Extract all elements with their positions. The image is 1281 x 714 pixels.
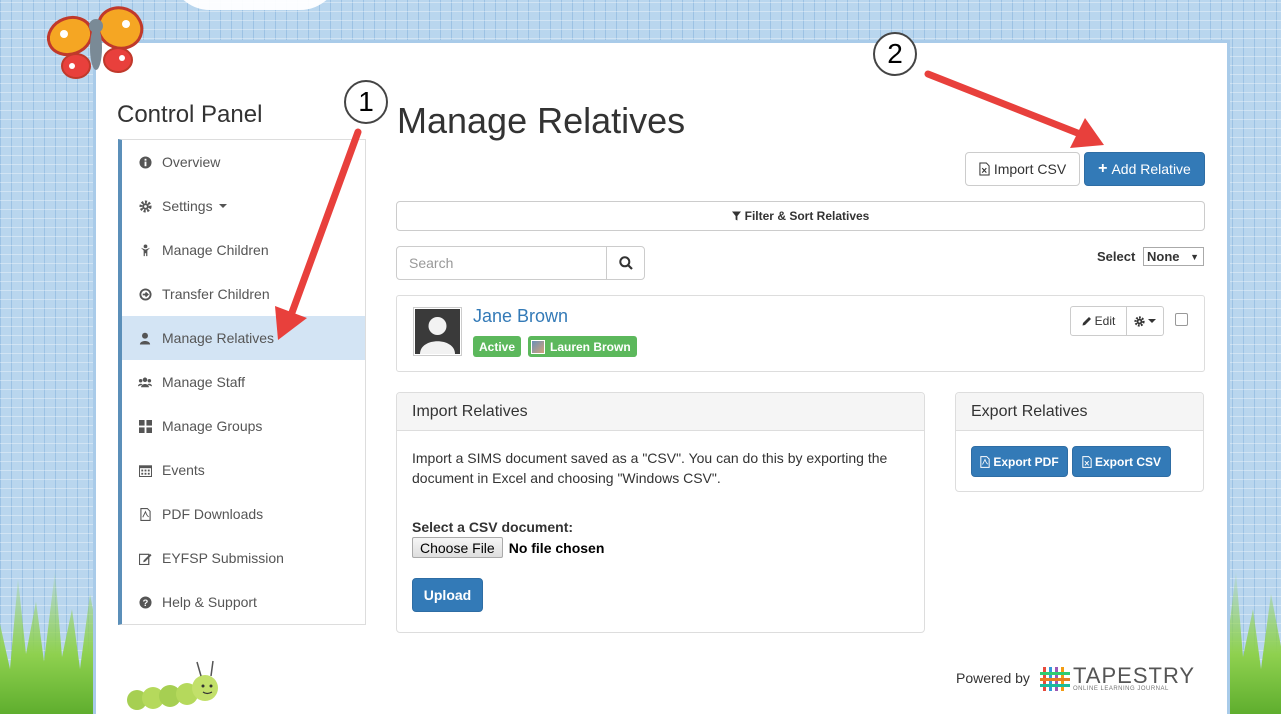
sidebar-item-label: Manage Staff — [162, 374, 246, 390]
sidebar-item-transfer-children[interactable]: Transfer Children — [122, 272, 365, 316]
relative-name-link[interactable]: Jane Brown — [473, 306, 568, 327]
add-relative-button[interactable]: + Add Relative — [1084, 152, 1205, 186]
export-pdf-label: Export PDF — [993, 454, 1059, 469]
calendar-icon — [138, 463, 152, 477]
options-dropdown-button[interactable] — [1127, 306, 1164, 336]
cloud-decoration — [170, 0, 340, 10]
sidebar-item-eyfsp-submission[interactable]: EYFSP Submission — [122, 536, 365, 580]
tapestry-sub: ONLINE LEARNING JOURNAL — [1073, 686, 1169, 692]
filter-icon — [731, 211, 741, 221]
sidebar-item-help-support[interactable]: ? Help & Support — [122, 580, 365, 624]
sidebar-item-manage-staff[interactable]: Manage Staff — [122, 360, 365, 404]
select-value: None — [1147, 249, 1180, 264]
tapestry-logo[interactable]: TAPESTRY ONLINE LEARNING JOURNAL — [1040, 663, 1196, 692]
sidebar-item-label: Settings — [162, 198, 213, 214]
sidebar-item-manage-groups[interactable]: Manage Groups — [122, 404, 365, 448]
tapestry-logo-icon — [1040, 667, 1070, 691]
sidebar-item-label: Manage Children — [162, 242, 269, 258]
import-csv-label: Import CSV — [993, 161, 1067, 177]
relative-row: Jane Brown Active Lauren Brown Edit — [396, 295, 1205, 372]
tapestry-brand: TAPESTRY — [1073, 663, 1196, 688]
file-input: Choose File No file chosen — [412, 537, 604, 558]
sidebar-nav: Overview Settings Manage Children Transf… — [118, 139, 366, 625]
choose-file-button[interactable]: Choose File — [412, 537, 503, 558]
export-panel-heading: Export Relatives — [956, 393, 1203, 431]
select-label: Select — [1097, 249, 1136, 264]
edit-button[interactable]: Edit — [1070, 306, 1127, 336]
relative-actions: Edit — [1070, 306, 1164, 336]
filter-sort-label: Filter & Sort Relatives — [744, 209, 870, 223]
butterfly-logo-icon — [46, 6, 144, 79]
page-title: Manage Relatives — [397, 100, 686, 141]
pencil-icon — [1082, 316, 1092, 326]
gear-icon — [138, 199, 152, 213]
dropdown-arrow-icon: ▼ — [1190, 251, 1199, 262]
caterpillar-decoration-icon — [127, 660, 218, 710]
import-instructions: Import a SIMS document saved as a "CSV".… — [412, 450, 888, 486]
sidebar-item-label: Transfer Children — [162, 286, 270, 302]
upload-button[interactable]: Upload — [412, 578, 483, 612]
export-csv-label: Export CSV — [1094, 454, 1161, 469]
csv-file-icon — [1082, 455, 1092, 468]
search-button[interactable] — [606, 246, 645, 280]
no-file-text: No file chosen — [508, 539, 605, 556]
sidebar-item-events[interactable]: Events — [122, 448, 365, 492]
svg-text:?: ? — [142, 597, 148, 607]
sidebar-item-label: Overview — [162, 154, 221, 170]
export-pdf-button[interactable]: Export PDF — [971, 446, 1068, 477]
control-panel-title: Control Panel — [117, 101, 263, 128]
users-icon — [138, 375, 152, 389]
step-2-marker: 2 — [873, 32, 917, 76]
avatar — [413, 307, 462, 356]
sidebar-item-label: Manage Relatives — [162, 330, 275, 346]
edit-icon — [138, 551, 152, 565]
sidebar-item-settings[interactable]: Settings — [122, 184, 365, 228]
grid-icon — [138, 419, 152, 433]
sidebar-item-overview[interactable]: Overview — [122, 140, 365, 184]
filter-sort-toggle[interactable]: Filter & Sort Relatives — [396, 201, 1205, 231]
pdf-file-icon — [138, 507, 152, 521]
plus-icon: + — [1098, 160, 1108, 177]
sidebar-item-label: PDF Downloads — [162, 506, 264, 522]
child-name: Lauren Brown — [550, 339, 631, 354]
search-icon — [618, 256, 633, 270]
import-csv-button[interactable]: Import CSV — [965, 152, 1080, 186]
sidebar-item-label: EYFSP Submission — [162, 550, 284, 566]
sidebar-item-manage-children[interactable]: Manage Children — [122, 228, 365, 272]
child-icon — [138, 243, 152, 257]
import-panel-heading: Import Relatives — [397, 393, 924, 431]
select-dropdown[interactable]: None ▼ — [1143, 247, 1204, 266]
csv-file-icon — [979, 162, 990, 176]
info-circle-icon — [138, 155, 152, 169]
export-csv-button[interactable]: Export CSV — [1072, 446, 1171, 477]
add-relative-label: Add Relative — [1111, 161, 1191, 177]
caret-down-icon — [218, 204, 227, 208]
status-badge: Active — [473, 336, 522, 357]
sidebar-item-label: Help & Support — [162, 594, 257, 610]
sidebar-item-label: Manage Groups — [162, 418, 263, 434]
edit-label: Edit — [1094, 314, 1116, 328]
powered-by-text: Powered by — [956, 670, 1030, 686]
row-select-checkbox[interactable] — [1175, 313, 1188, 326]
step-1-marker: 1 — [344, 80, 388, 124]
import-relatives-panel: Import Relatives Import a SIMS document … — [396, 392, 925, 633]
grass-decoration-left — [0, 571, 100, 714]
child-photo-icon — [531, 339, 545, 354]
export-relatives-panel: Export Relatives Export PDF Export CSV — [955, 392, 1204, 492]
pdf-file-icon — [980, 455, 990, 468]
sidebar-item-pdf-downloads[interactable]: PDF Downloads — [122, 492, 365, 536]
search-input[interactable] — [396, 246, 607, 280]
csv-document-label: Select a CSV document: — [412, 519, 574, 535]
sidebar-item-manage-relatives[interactable]: Manage Relatives — [122, 316, 365, 360]
sidebar-item-label: Events — [162, 462, 205, 478]
caret-down-icon — [1148, 319, 1156, 323]
child-badge[interactable]: Lauren Brown — [528, 336, 637, 357]
arrow-circle-icon — [138, 287, 152, 301]
question-circle-icon: ? — [138, 595, 152, 609]
user-icon — [138, 331, 152, 345]
gear-icon — [1134, 315, 1145, 327]
